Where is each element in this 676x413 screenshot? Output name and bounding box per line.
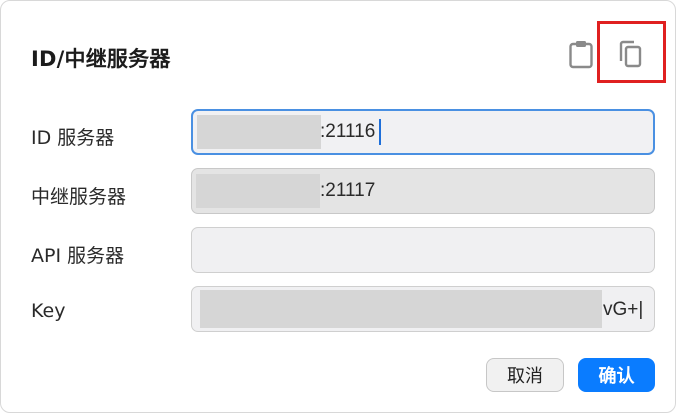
text-caret — [379, 119, 381, 145]
id-server-value: :21116 — [320, 121, 376, 142]
api-server-input[interactable] — [191, 227, 655, 273]
relay-server-input[interactable]: :21117 — [191, 168, 655, 214]
key-input[interactable]: vG+| — [191, 286, 655, 332]
highlight-box — [597, 21, 666, 83]
dialog-title: ID/中继服务器 — [31, 47, 171, 71]
cancel-button[interactable]: 取消 — [486, 358, 564, 392]
redacted-text — [200, 290, 602, 328]
api-server-label: API 服务器 — [31, 245, 125, 267]
relay-server-label: 中继服务器 — [31, 186, 127, 208]
redacted-text — [196, 174, 320, 208]
id-server-input[interactable]: :21116 — [191, 109, 655, 155]
ok-button[interactable]: 确认 — [578, 358, 655, 392]
server-settings-dialog: ID/中继服务器 ID 服务器 :21116 中继服务器 :21117 API … — [0, 0, 676, 413]
paste-button[interactable] — [564, 37, 598, 71]
relay-server-value: :21117 — [320, 180, 376, 201]
key-value: vG+| — [603, 299, 644, 320]
id-server-label: ID 服务器 — [31, 127, 115, 149]
redacted-text — [197, 115, 321, 149]
clipboard-icon — [569, 41, 593, 69]
key-label: Key — [31, 300, 66, 322]
